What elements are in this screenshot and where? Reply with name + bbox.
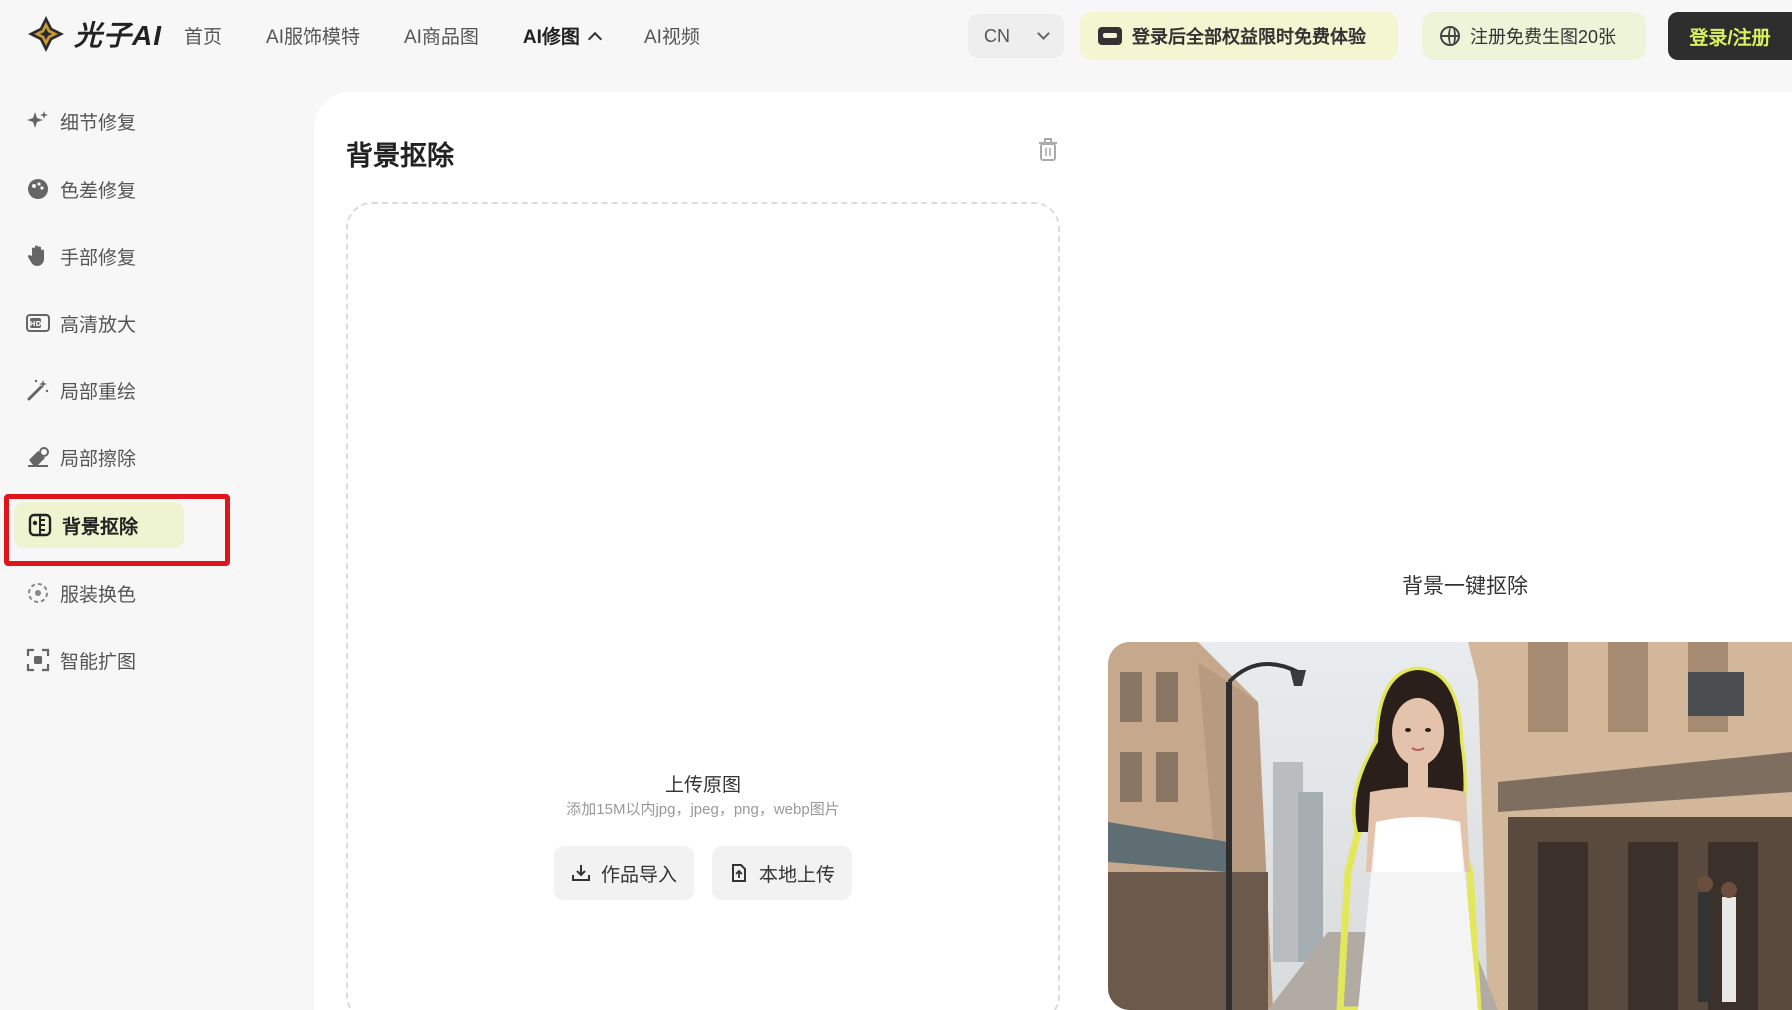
sidebar-item-label: 智能扩图 — [60, 651, 137, 673]
register-promo-banner[interactable]: 注册免费生图20张 — [1422, 12, 1646, 60]
sidebar-item-smart-expand[interactable]: 智能扩图 — [26, 637, 136, 683]
sidebar-item-detail-repair[interactable]: 细节修复 — [26, 98, 136, 144]
sidebar-item-hand-repair[interactable]: 手部修复 — [26, 233, 136, 279]
demo-street-photo — [1108, 642, 1792, 1010]
demo-label: 背景一键抠除 — [1402, 575, 1528, 598]
import-works-label: 作品导入 — [600, 864, 677, 886]
active-item-highlight — [4, 494, 230, 566]
sidebar-item-partial-erase[interactable]: 局部擦除 — [26, 434, 136, 480]
logo[interactable]: 光子AI — [26, 14, 162, 54]
upload-hint: 添加15M以内jpg，jpeg，png，webp图片 — [566, 801, 840, 818]
upload-title: 上传原图 — [664, 775, 741, 796]
nav-ai-retouch[interactable]: AI修图 — [522, 22, 603, 49]
demo-image — [1108, 642, 1792, 1010]
nav-home-label: 首页 — [184, 27, 223, 48]
globe-icon — [1440, 26, 1460, 46]
sidebar-item-label: 局部重绘 — [60, 381, 137, 403]
language-select[interactable]: CN — [968, 14, 1064, 58]
hd-icon: HD — [26, 314, 50, 332]
sidebar-item-label: 色差修复 — [60, 180, 137, 202]
nav-ai-video[interactable]: AI视频 — [644, 22, 700, 49]
nav-ai-fashion-model-label: AI服饰模特 — [266, 27, 360, 48]
local-upload-button[interactable]: 本地上传 — [712, 846, 852, 900]
local-upload-label: 本地上传 — [758, 864, 835, 886]
sidebar-item-label: 细节修复 — [60, 112, 137, 134]
file-upload-icon — [731, 864, 746, 882]
card-icon — [1098, 27, 1122, 45]
sparkle-icon — [27, 111, 48, 128]
import-works-button[interactable]: 作品导入 — [554, 846, 694, 900]
nav-ai-product-image-label: AI商品图 — [403, 27, 479, 48]
sidebar-item-label: 手部修复 — [60, 247, 137, 269]
register-promo-text: 注册免费生图20张 — [1470, 27, 1617, 47]
logo-text: 光子AI — [74, 20, 163, 51]
nav-ai-retouch-label: AI修图 — [522, 27, 580, 48]
sidebar-item-clothing-recolor[interactable]: 服装换色 — [26, 570, 136, 616]
sidebar-item-label: 服装换色 — [60, 584, 137, 606]
sidebar-item-label: 局部擦除 — [60, 448, 137, 470]
svg-text:HD: HD — [30, 320, 42, 328]
recolor-icon — [28, 583, 48, 603]
magic-wand-icon — [27, 379, 49, 401]
main-nav: 首页 AI服饰模特 AI商品图 AI修图 AI视频 — [184, 22, 744, 49]
sidebar-item-hd-upscale[interactable]: HD 高清放大 — [26, 300, 136, 346]
login-promo-text: 登录后全部权益限时免费体验 — [1132, 27, 1366, 47]
hand-icon — [27, 245, 44, 266]
eraser-icon — [28, 447, 49, 467]
language-value: CN — [984, 25, 1010, 46]
upload-dropzone[interactable] — [346, 202, 1060, 1010]
nav-home[interactable]: 首页 — [184, 22, 222, 49]
trash-icon[interactable] — [1038, 138, 1058, 162]
expand-icon — [26, 648, 50, 672]
palette-icon — [28, 179, 48, 199]
sidebar-item-partial-redraw[interactable]: 局部重绘 — [26, 367, 136, 413]
import-icon — [571, 865, 590, 881]
nav-ai-product-image[interactable]: AI商品图 — [404, 22, 479, 49]
sidebar-item-label: 高清放大 — [60, 314, 137, 336]
chevron-up-icon — [587, 31, 603, 46]
sidebar-item-color-repair[interactable]: 色差修复 — [26, 166, 136, 212]
nav-ai-video-label: AI视频 — [643, 27, 700, 48]
logo-icon — [28, 16, 64, 52]
page-title: 背景抠除 — [346, 141, 454, 171]
chevron-down-icon — [1037, 27, 1050, 40]
nav-ai-fashion-model[interactable]: AI服饰模特 — [266, 22, 360, 49]
login-register-button[interactable]: 登录/注册 — [1668, 12, 1792, 60]
top-header: 光子AI 首页 AI服饰模特 AI商品图 AI修图 AI视频 CN 登录后全部权… — [0, 0, 1792, 74]
login-promo-banner[interactable]: 登录后全部权益限时免费体验 — [1080, 12, 1398, 60]
